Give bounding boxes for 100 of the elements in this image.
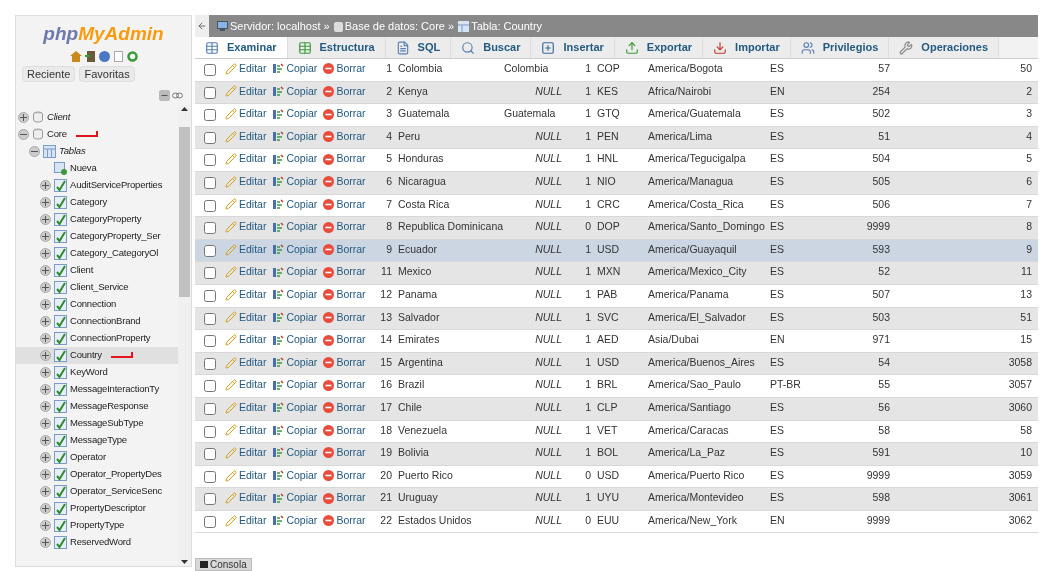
row-checkbox[interactable] bbox=[204, 154, 216, 167]
breadcrumb-link[interactable]: Tabla: Country bbox=[458, 17, 543, 35]
table-row[interactable]: Editar Copiar Borrar 4 Peru NULL 1 PEN America/Lima ES 51 4 bbox=[195, 126, 1038, 150]
edit-link[interactable]: Editar bbox=[225, 512, 267, 529]
exit-icon[interactable] bbox=[84, 50, 96, 62]
row-checkbox[interactable] bbox=[204, 312, 216, 325]
tab[interactable]: Privilegios bbox=[790, 37, 890, 58]
edit-link[interactable]: Editar bbox=[225, 490, 267, 507]
tree-item-label[interactable]: Nueva bbox=[70, 160, 97, 176]
delete-link[interactable]: Borrar bbox=[323, 128, 366, 145]
tree-item-label[interactable]: Client bbox=[70, 262, 94, 278]
expand-icon[interactable] bbox=[40, 281, 51, 293]
delete-link[interactable]: Borrar bbox=[323, 151, 366, 168]
row-checkbox[interactable] bbox=[204, 335, 216, 348]
edit-link[interactable]: Editar bbox=[225, 467, 267, 484]
edit-link[interactable]: Editar bbox=[225, 128, 267, 145]
table-row[interactable]: Editar Copiar Borrar 9 Ecuador NULL 1 USD America/Guayaquil ES 593 9 bbox=[195, 239, 1038, 263]
row-checkbox[interactable] bbox=[204, 267, 216, 280]
delete-link[interactable]: Borrar bbox=[323, 422, 366, 439]
tree-item-label[interactable]: ConnectionBrand bbox=[70, 313, 141, 329]
edit-link[interactable]: Editar bbox=[225, 286, 267, 303]
expand-icon[interactable] bbox=[40, 502, 51, 514]
copy-link[interactable]: Copiar bbox=[272, 173, 318, 190]
copy-link[interactable]: Copiar bbox=[272, 309, 318, 326]
row-checkbox[interactable] bbox=[204, 402, 216, 415]
edit-link[interactable]: Editar bbox=[225, 173, 267, 190]
expand-icon[interactable] bbox=[40, 434, 51, 446]
tree-item-label[interactable]: Tablas bbox=[59, 143, 86, 159]
table-row[interactable]: Editar Copiar Borrar 17 Chile NULL 1 CLP America/Santiago ES 56 3060 bbox=[195, 397, 1038, 421]
expand-icon[interactable] bbox=[40, 468, 51, 480]
copy-link[interactable]: Copiar bbox=[272, 467, 318, 484]
tab[interactable]: Importar bbox=[703, 37, 791, 58]
tree-item-highlight[interactable]: Country bbox=[16, 346, 178, 364]
copy-link[interactable]: Copiar bbox=[272, 512, 318, 529]
delete-link[interactable]: Borrar bbox=[323, 83, 366, 100]
delete-link[interactable]: Borrar bbox=[323, 354, 366, 371]
link-icon[interactable] bbox=[172, 91, 183, 99]
expand-icon[interactable] bbox=[40, 366, 51, 378]
expand-icon[interactable] bbox=[40, 536, 51, 548]
expand-icon[interactable] bbox=[40, 383, 51, 395]
row-checkbox[interactable] bbox=[204, 222, 216, 235]
delete-link[interactable]: Borrar bbox=[323, 106, 366, 122]
expand-icon[interactable] bbox=[40, 230, 51, 242]
copy-link[interactable]: Copiar bbox=[272, 422, 318, 439]
row-checkbox[interactable] bbox=[204, 176, 216, 189]
row-checkbox[interactable] bbox=[204, 357, 216, 370]
tree-item-label[interactable]: Operator bbox=[70, 449, 106, 465]
delete-link[interactable]: Borrar bbox=[323, 467, 366, 484]
console-tab[interactable]: Consola bbox=[195, 558, 252, 571]
tree-item-label[interactable]: MessageType bbox=[70, 432, 127, 448]
expand-icon[interactable] bbox=[40, 400, 51, 412]
tab[interactable]: Estructura bbox=[287, 37, 386, 58]
expand-icon[interactable] bbox=[40, 485, 51, 497]
row-checkbox[interactable] bbox=[204, 131, 216, 144]
delete-link[interactable]: Borrar bbox=[323, 399, 366, 416]
expand-icon[interactable] bbox=[40, 519, 51, 531]
collapse-icon[interactable] bbox=[29, 145, 40, 157]
edit-link[interactable]: Editar bbox=[225, 309, 267, 326]
row-checkbox[interactable] bbox=[204, 470, 216, 483]
delete-link[interactable]: Borrar bbox=[323, 286, 366, 303]
edit-link[interactable]: Editar bbox=[225, 332, 267, 348]
tree-item-label[interactable]: PropertyType bbox=[70, 517, 125, 533]
copy-link[interactable]: Copiar bbox=[272, 264, 318, 281]
row-checkbox[interactable] bbox=[204, 515, 216, 528]
row-checkbox[interactable] bbox=[204, 493, 216, 506]
tree-item-label[interactable]: MessageSubType bbox=[70, 415, 144, 431]
table-row[interactable]: Editar Copiar Borrar 21 Uruguay NULL 1 UYU America/Montevideo ES 598 3061 bbox=[195, 488, 1038, 511]
tree-item-label[interactable]: PropertyDescriptor bbox=[70, 500, 146, 516]
expand-icon[interactable] bbox=[40, 179, 51, 191]
expand-icon[interactable] bbox=[40, 417, 51, 429]
copy-link[interactable]: Copiar bbox=[272, 399, 318, 416]
copy-link[interactable]: Copiar bbox=[272, 61, 318, 77]
tree-item-label[interactable]: CategoryProperty_Ser bbox=[70, 228, 161, 244]
expand-icon[interactable] bbox=[40, 196, 51, 208]
table-row[interactable]: Editar Copiar Borrar 2 Kenya NULL 1 KES Africa/Nairobi EN 254 2 bbox=[195, 81, 1038, 105]
row-checkbox[interactable] bbox=[204, 244, 216, 257]
copy-link[interactable]: Copiar bbox=[272, 377, 318, 394]
copy-link[interactable]: Copiar bbox=[272, 354, 318, 371]
edit-link[interactable]: Editar bbox=[225, 354, 267, 371]
edit-link[interactable]: Editar bbox=[225, 241, 267, 258]
tree-item-label[interactable]: CategoryProperty bbox=[70, 211, 142, 227]
breadcrumb-link[interactable]: Servidor: localhost » bbox=[217, 17, 330, 35]
delete-link[interactable]: Borrar bbox=[323, 61, 366, 77]
delete-link[interactable]: Borrar bbox=[323, 332, 366, 348]
delete-link[interactable]: Borrar bbox=[323, 377, 366, 394]
edit-link[interactable]: Editar bbox=[225, 151, 267, 168]
nav-tab[interactable]: Favoritas bbox=[79, 65, 135, 82]
expand-icon[interactable] bbox=[40, 451, 51, 463]
tab[interactable]: Buscar bbox=[451, 37, 532, 58]
collapse-icon[interactable] bbox=[18, 128, 29, 140]
scroll-up-arrow-icon[interactable] bbox=[181, 106, 188, 111]
tab[interactable]: Operaciones bbox=[889, 37, 999, 58]
row-checkbox[interactable] bbox=[204, 448, 216, 461]
delete-link[interactable]: Borrar bbox=[323, 264, 366, 281]
table-row[interactable]: Editar Copiar Borrar 15 Argentina NULL 1 USD America/Buenos_Aires ES 54 3058 bbox=[195, 352, 1038, 376]
tab[interactable]: SQL bbox=[385, 37, 452, 58]
expand-icon[interactable] bbox=[40, 264, 51, 276]
row-checkbox[interactable] bbox=[204, 425, 216, 438]
edit-link[interactable]: Editar bbox=[225, 445, 267, 461]
edit-link[interactable]: Editar bbox=[225, 399, 267, 416]
